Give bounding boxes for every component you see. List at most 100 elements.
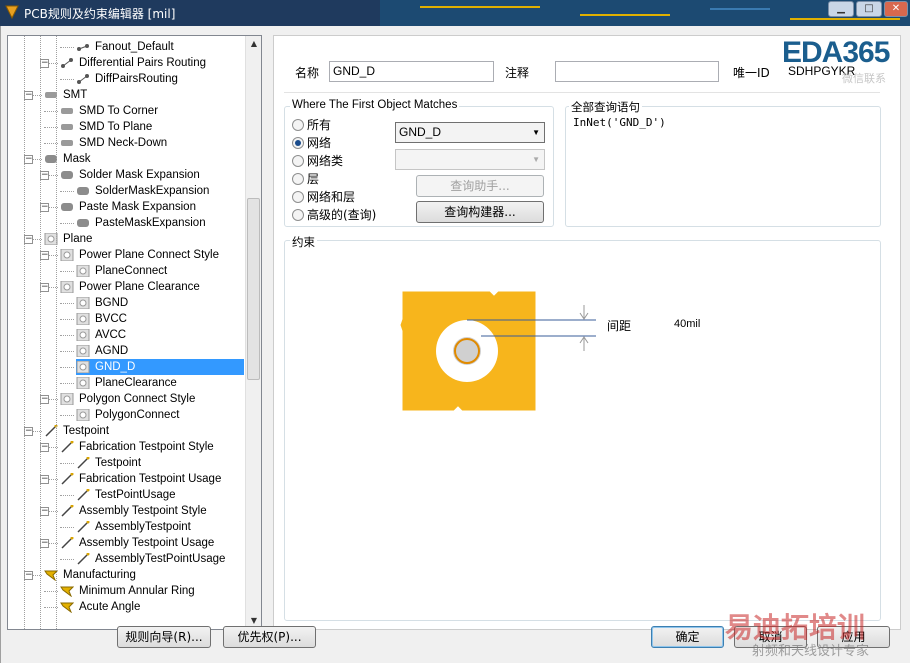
- tree-connector: [60, 303, 74, 304]
- tree-item[interactable]: SolderMaskExpansion: [76, 183, 211, 199]
- tree-item[interactable]: Acute Angle: [60, 599, 142, 615]
- mask-icon: [76, 185, 90, 197]
- collapse-icon[interactable]: −: [40, 283, 49, 292]
- tree-item[interactable]: Power Plane Clearance: [60, 279, 202, 295]
- rule-tree[interactable]: Fanout_Default Differential Pairs Routing…: [7, 35, 262, 630]
- minimize-button[interactable]: ▁: [828, 1, 854, 17]
- tree-item-label: AssemblyTestPointUsage: [95, 553, 226, 565]
- plane-icon: [76, 408, 90, 422]
- collapse-icon[interactable]: −: [40, 59, 49, 68]
- rule-wizard-button[interactable]: 规则向导(R)...: [117, 626, 211, 648]
- option-layer[interactable]: 层: [292, 171, 319, 187]
- collapse-icon[interactable]: −: [40, 443, 49, 452]
- option-advanced-query[interactable]: 高级的(查询): [292, 207, 376, 223]
- tree-item[interactable]: SMD To Plane: [60, 119, 154, 135]
- query-builder-button[interactable]: 查询构建器...: [416, 201, 544, 223]
- maximize-button[interactable]: □: [856, 1, 882, 17]
- scroll-thumb[interactable]: [247, 198, 260, 380]
- collapse-icon[interactable]: −: [24, 91, 33, 100]
- tree-item[interactable]: Paste Mask Expansion: [60, 199, 198, 215]
- priority-button[interactable]: 优先权(P)...: [223, 626, 316, 648]
- tree-item[interactable]: GND_D: [76, 359, 244, 375]
- tree-item[interactable]: Assembly Testpoint Style: [60, 503, 209, 519]
- tree-item[interactable]: Assembly Testpoint Usage: [60, 535, 216, 551]
- collapse-icon[interactable]: −: [40, 395, 49, 404]
- tree-item[interactable]: DiffPairsRouting: [76, 71, 180, 87]
- tree-item[interactable]: AssemblyTestPointUsage: [76, 551, 227, 567]
- radio-icon[interactable]: [292, 119, 304, 131]
- tree-item[interactable]: Plane: [44, 231, 94, 247]
- tree-item-label: AssemblyTestpoint: [95, 521, 191, 533]
- net-select[interactable]: GND_D ▼: [395, 122, 545, 143]
- radio-icon[interactable]: [292, 155, 304, 167]
- option-all-label: 所有: [307, 118, 332, 132]
- tree-item[interactable]: SMD To Corner: [60, 103, 160, 119]
- diffpair-icon: [76, 73, 90, 85]
- tree-connector: [60, 47, 74, 48]
- tree-item[interactable]: AGND: [76, 343, 130, 359]
- tree-item[interactable]: Differential Pairs Routing: [60, 55, 208, 71]
- tree-item[interactable]: PolygonConnect: [76, 407, 181, 423]
- collapse-icon[interactable]: −: [24, 235, 33, 244]
- collapse-icon[interactable]: −: [24, 155, 33, 164]
- tree-item[interactable]: Manufacturing: [44, 567, 138, 583]
- tree-item[interactable]: PlaneClearance: [76, 375, 179, 391]
- tree-item[interactable]: Polygon Connect Style: [60, 391, 197, 407]
- comment-field[interactable]: [555, 61, 719, 82]
- collapse-icon[interactable]: −: [24, 427, 33, 436]
- name-field[interactable]: GND_D: [329, 61, 494, 82]
- tree-item[interactable]: Power Plane Connect Style: [60, 247, 221, 263]
- tree-item[interactable]: Mask: [44, 151, 92, 167]
- tree-item[interactable]: PasteMaskExpansion: [76, 215, 208, 231]
- option-net-and-layer-label: 网络和层: [307, 190, 356, 204]
- tree-item[interactable]: SMD Neck-Down: [60, 135, 169, 151]
- radio-checked-icon[interactable]: [292, 137, 304, 149]
- tree-item-label: Fanout_Default: [95, 41, 174, 53]
- tree-scrollbar[interactable]: ▲ ▼: [245, 36, 261, 629]
- scroll-up-arrow-icon[interactable]: ▲: [246, 36, 261, 52]
- radio-icon[interactable]: [292, 191, 304, 203]
- plane-clearance-diagram: [400, 291, 596, 412]
- tree-item[interactable]: SMT: [44, 87, 89, 103]
- collapse-icon[interactable]: −: [40, 251, 49, 260]
- query-helper-button[interactable]: 查询助手...: [416, 175, 544, 197]
- tree-item[interactable]: Solder Mask Expansion: [60, 167, 202, 183]
- tree-connector: [60, 495, 74, 496]
- collapse-icon[interactable]: −: [40, 203, 49, 212]
- tree-item[interactable]: Fabrication Testpoint Usage: [60, 471, 223, 487]
- collapse-icon[interactable]: −: [40, 507, 49, 516]
- close-button[interactable]: ✕: [884, 1, 908, 17]
- ok-button[interactable]: 确定: [651, 626, 724, 648]
- radio-icon[interactable]: [292, 209, 304, 221]
- tree-item[interactable]: PlaneConnect: [76, 263, 169, 279]
- tree-item-label: Power Plane Connect Style: [79, 249, 219, 261]
- tree-connector: [60, 463, 74, 464]
- netclass-select[interactable]: ▼: [395, 149, 545, 170]
- collapse-icon[interactable]: −: [40, 171, 49, 180]
- option-all[interactable]: 所有: [292, 117, 331, 133]
- tree-item[interactable]: BVCC: [76, 311, 129, 327]
- tree-item[interactable]: AVCC: [76, 327, 128, 343]
- tree-connector: [60, 383, 74, 384]
- tree-item-label: Testpoint: [63, 425, 110, 437]
- tree-item[interactable]: Fanout_Default: [76, 39, 176, 55]
- tree-item[interactable]: TestPointUsage: [76, 487, 178, 503]
- tree-item[interactable]: Minimum Annular Ring: [60, 583, 197, 599]
- option-netclass[interactable]: 网络类: [292, 153, 343, 169]
- plane-icon: [76, 264, 90, 278]
- tree-item[interactable]: BGND: [76, 295, 130, 311]
- radio-icon[interactable]: [292, 173, 304, 185]
- tree-item[interactable]: Testpoint: [44, 423, 111, 439]
- clearance-value[interactable]: 40mil: [674, 318, 700, 330]
- tree-item[interactable]: AssemblyTestpoint: [76, 519, 193, 535]
- option-net-and-layer[interactable]: 网络和层: [292, 189, 355, 205]
- collapse-icon[interactable]: −: [24, 571, 33, 580]
- tree-item[interactable]: Testpoint: [76, 455, 143, 471]
- tree-item-label: Power Plane Clearance: [79, 281, 200, 293]
- plane-icon: [76, 312, 90, 326]
- option-net[interactable]: 网络: [292, 135, 331, 151]
- collapse-icon[interactable]: −: [40, 475, 49, 484]
- collapse-icon[interactable]: −: [40, 539, 49, 548]
- tree-item[interactable]: Fabrication Testpoint Style: [60, 439, 216, 455]
- tree-connector: [60, 319, 74, 320]
